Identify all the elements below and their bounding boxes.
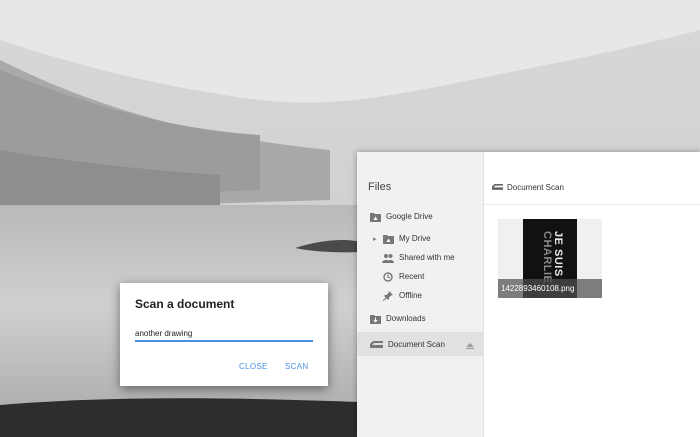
file-tile[interactable]: JE SUIS CHARLIE 1422893460108.png [498, 219, 602, 298]
download-folder-icon [369, 313, 381, 325]
scanner-icon [492, 183, 503, 192]
sidebar-item-google-drive[interactable]: Google Drive [357, 207, 483, 226]
sidebar-item-offline[interactable]: Offline [357, 286, 483, 305]
close-button[interactable]: CLOSE [239, 362, 268, 371]
scan-dialog: Scan a document CLOSE SCAN [120, 283, 328, 386]
sidebar-item-recent[interactable]: Recent [357, 267, 483, 286]
app-title: Files [368, 181, 392, 193]
document-name-input[interactable] [135, 326, 313, 342]
dialog-title: Scan a document [135, 297, 235, 311]
clock-icon [382, 271, 394, 283]
file-name-label: 1422893460108.png [498, 279, 602, 298]
sidebar-item-label: Downloads [386, 314, 426, 323]
sidebar-item-label: Document Scan [388, 339, 445, 349]
files-main-area: Document Scan JE SUIS CHARLIE 1422893460… [484, 152, 700, 437]
sidebar-item-label: My Drive [399, 234, 431, 243]
sidebar-item-label: Offline [399, 291, 422, 300]
sidebar-item-label: Google Drive [386, 212, 433, 221]
expand-arrow-icon[interactable]: ▸ [373, 235, 377, 243]
breadcrumb-label[interactable]: Document Scan [507, 183, 564, 192]
sidebar-item-label: Recent [399, 272, 425, 281]
files-sidebar: Files Google Drive ▸ My Drive Shared wit… [357, 152, 484, 437]
scanner-icon [369, 338, 383, 350]
sidebar-item-document-scan[interactable]: Document Scan [357, 332, 483, 356]
header-divider [484, 204, 700, 205]
sidebar-item-label: Shared with me [399, 253, 455, 262]
drive-folder-icon [369, 211, 381, 223]
sidebar-item-downloads[interactable]: Downloads [357, 309, 483, 328]
people-icon [382, 252, 394, 264]
files-app-window: Files Google Drive ▸ My Drive Shared wit… [357, 152, 700, 437]
breadcrumb: Document Scan [492, 183, 564, 192]
thumbnail-text-line1: JE SUIS [552, 231, 564, 277]
eject-icon[interactable] [466, 341, 474, 351]
sidebar-item-shared-with-me[interactable]: Shared with me [357, 248, 483, 267]
my-drive-icon [382, 233, 394, 245]
sidebar-item-my-drive[interactable]: ▸ My Drive [357, 229, 483, 248]
pin-icon [382, 290, 394, 302]
scan-button[interactable]: SCAN [285, 362, 308, 371]
